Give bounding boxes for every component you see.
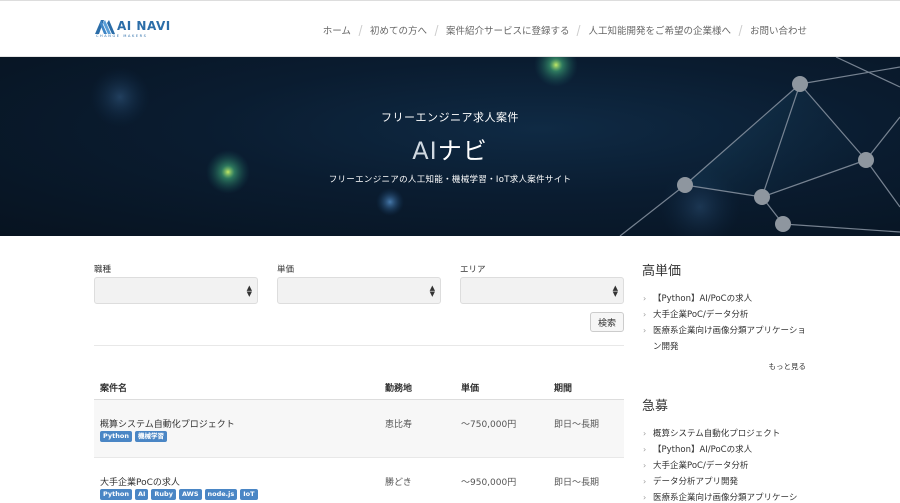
hero-title-ai: AI — [412, 137, 438, 165]
list-item[interactable]: › 大手企業PoC/データ分析 — [642, 458, 808, 474]
job-table: 案件名 勤務地 単価 期間 概算システム自動化プロジェクト Python 機械学… — [94, 372, 624, 503]
tag[interactable]: node.js — [204, 489, 238, 500]
list-item[interactable]: › データ分析アプリ開発 — [642, 474, 808, 490]
header-price: 単価 — [461, 384, 480, 394]
hero-subtitle: フリーエンジニア求人案件 — [381, 111, 519, 124]
urgent-list: › 概算システム自動化プロジェクト › 【Python】AI/PoCの求人 › 大手企… — [642, 426, 808, 503]
list-item-label: 概算システム自動化プロジェクト — [653, 429, 781, 439]
job-price: 〜950,000円 — [461, 478, 517, 488]
header-name: 案件名 — [100, 384, 128, 394]
price-select[interactable]: ▲ ▼ — [277, 277, 441, 304]
table-header: 案件名 勤務地 単価 期間 — [94, 372, 624, 400]
job-period: 即日〜長期 — [554, 478, 600, 488]
list-item[interactable]: › 【Python】AI/PoCの求人 — [642, 442, 808, 458]
logo-mark-icon — [95, 20, 115, 34]
hero-description: フリーエンジニアの人工知能・機械学習・IoT求人案件サイト — [328, 175, 572, 185]
nav-for-companies[interactable]: 人工知能開発をご希望の企業様へ — [588, 23, 731, 37]
job-location: 恵比寿 — [385, 420, 413, 430]
chevron-right-icon: › — [643, 445, 647, 454]
nav-separator — [358, 24, 363, 36]
price-label: 単価 — [277, 265, 295, 275]
select-arrows-icon: ▲ ▼ — [429, 284, 435, 298]
job-name-link[interactable]: 概算システム自動化プロジェクト — [100, 417, 235, 430]
chevron-right-icon: › — [643, 493, 647, 502]
list-item[interactable]: › 【Python】AI/PoCの求人 — [642, 291, 808, 307]
chevron-right-icon: › — [643, 429, 647, 438]
list-item-label: 【Python】AI/PoCの求人 — [653, 294, 753, 304]
site-logo[interactable]: AI NAVI CHANGE MAKERS — [95, 19, 175, 42]
chevron-right-icon: › — [643, 477, 647, 486]
tag[interactable]: 機械学習 — [134, 431, 167, 442]
job-type-select[interactable]: ▲ ▼ — [94, 277, 258, 304]
list-item-label: 医療系企業向け画像分類アプリケーシ — [653, 493, 798, 503]
hero-banner: フリーエンジニア求人案件 AIナビ フリーエンジニアの人工知能・機械学習・IoT… — [0, 57, 900, 236]
logo-tagline: CHANGE MAKERS — [96, 34, 148, 38]
area-field: エリア ▲ ▼ — [460, 263, 624, 304]
area-select[interactable]: ▲ ▼ — [460, 277, 624, 304]
job-type-label: 職種 — [94, 265, 112, 275]
logo-text: AI NAVI — [117, 19, 171, 33]
select-arrows-icon: ▲ ▼ — [612, 284, 618, 298]
high-price-list: › 【Python】AI/PoCの求人 › 大手企業PoC/データ分析 › 医療系企業… — [642, 291, 808, 355]
list-item[interactable]: › 医療系企業向け画像分類アプリケーション開発 — [642, 323, 808, 355]
tag[interactable]: Python — [100, 431, 132, 442]
tag[interactable]: Ruby — [151, 489, 176, 500]
job-price: 〜750,000円 — [461, 420, 517, 430]
job-type-field: 職種 ▲ ▼ — [94, 263, 258, 304]
chevron-right-icon: › — [643, 310, 647, 319]
price-field: 単価 ▲ ▼ — [277, 263, 441, 304]
nav-separator — [434, 24, 439, 36]
nav-separator — [576, 24, 581, 36]
hero-title-rest: ナビ — [437, 137, 488, 165]
chevron-right-icon: › — [643, 461, 647, 470]
chevron-right-icon: › — [643, 294, 647, 303]
nav-contact[interactable]: お問い合わせ — [750, 23, 807, 37]
tag[interactable]: AWS — [178, 489, 202, 500]
header-location: 勤務地 — [385, 384, 413, 394]
search-button[interactable]: 検索 — [590, 312, 624, 332]
table-row[interactable]: 大手企業PoCの求人 Python AI Ruby AWS node.js Io… — [94, 458, 624, 503]
nav-home[interactable]: ホーム — [323, 23, 351, 37]
header-period: 期間 — [554, 384, 573, 394]
list-item-label: 【Python】AI/PoCの求人 — [653, 445, 753, 455]
job-name-link[interactable]: 大手企業PoCの求人 — [100, 475, 180, 488]
hero-title: AIナビ — [0, 131, 900, 166]
tag[interactable]: AI — [134, 489, 149, 500]
list-item-label: 医療系企業向け画像分類アプリケーション開発 — [653, 326, 806, 352]
tag-list: Python 機械学習 — [100, 431, 167, 442]
tag-list: Python AI Ruby AWS node.js IoT — [100, 489, 258, 500]
list-item-label: 大手企業PoC/データ分析 — [653, 461, 749, 471]
area-label: エリア — [460, 265, 486, 275]
more-link[interactable]: もっと見る — [642, 361, 808, 372]
urgent-heading: 急募 — [642, 399, 669, 414]
job-location: 勝どき — [385, 478, 412, 488]
list-item-label: 大手企業PoC/データ分析 — [653, 310, 749, 320]
nav-first-time[interactable]: 初めての方へ — [370, 23, 427, 37]
nav-register[interactable]: 案件紹介サービスに登録する — [446, 23, 570, 37]
list-item-label: データ分析アプリ開発 — [653, 477, 739, 487]
chevron-right-icon: › — [643, 326, 647, 335]
main-nav: ホーム 初めての方へ 案件紹介サービスに登録する 人工知能開発をご希望の企業様へ… — [323, 23, 807, 37]
form-divider — [94, 345, 624, 346]
list-item[interactable]: › 大手企業PoC/データ分析 — [642, 307, 808, 323]
high-price-heading: 高単価 — [642, 264, 682, 279]
list-item[interactable]: › 医療系企業向け画像分類アプリケーシ — [642, 490, 808, 503]
sidebar-urgent: 急募 › 概算システム自動化プロジェクト › 【Python】AI/PoCの求人 ›… — [642, 395, 808, 503]
site-header: AI NAVI CHANGE MAKERS ホーム 初めての方へ 案件紹介サービ… — [0, 0, 900, 57]
list-item[interactable]: › 概算システム自動化プロジェクト — [642, 426, 808, 442]
table-row[interactable]: 概算システム自動化プロジェクト Python 機械学習 恵比寿 〜750,000… — [94, 400, 624, 458]
job-period: 即日〜長期 — [554, 420, 600, 430]
tag[interactable]: IoT — [240, 489, 258, 500]
tag[interactable]: Python — [100, 489, 132, 500]
select-arrows-icon: ▲ ▼ — [246, 284, 252, 298]
sidebar-high-price: 高単価 › 【Python】AI/PoCの求人 › 大手企業PoC/データ分析 › 医… — [642, 260, 808, 372]
nav-separator — [738, 24, 743, 36]
